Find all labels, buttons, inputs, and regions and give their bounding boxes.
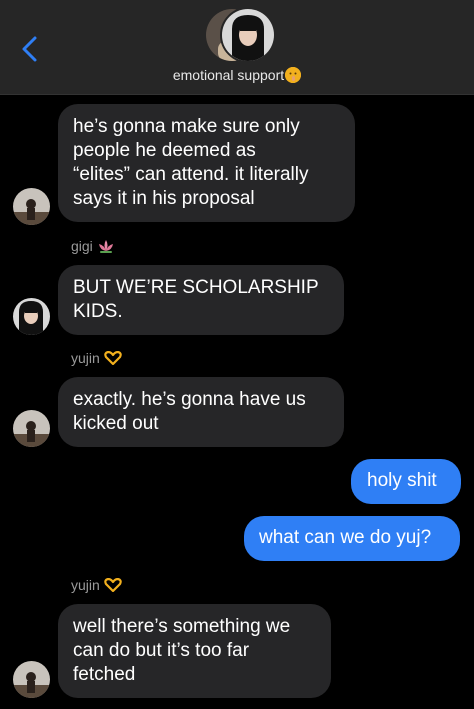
- group-avatar-photo-2: [220, 7, 276, 63]
- message-text: he’s gonna make sure only: [73, 116, 300, 137]
- message-text: can do but it’s too far: [73, 640, 250, 661]
- message-text: what can we do yuj?: [259, 527, 432, 548]
- message-text: BUT WE’RE SCHOLARSHIP: [73, 277, 319, 298]
- shushing-face-icon: [285, 67, 302, 83]
- message-bubble-outgoing[interactable]: holy shit: [351, 459, 461, 504]
- sender-name: yujin: [71, 350, 122, 368]
- chevron-left-icon: [22, 36, 37, 62]
- message-text: “elites” can attend. it literally: [73, 164, 309, 185]
- message-text: holy shit: [367, 470, 437, 491]
- message-bubble-incoming[interactable]: exactly. he’s gonna have us kicked out: [58, 377, 344, 447]
- message-text: exactly. he’s gonna have us: [73, 389, 306, 410]
- avatar-sender[interactable]: [13, 298, 50, 335]
- group-avatar[interactable]: [204, 7, 276, 63]
- avatar-sender[interactable]: [13, 410, 50, 447]
- group-name-text: emotional support: [172, 67, 285, 83]
- message-text: kicked out: [73, 413, 159, 434]
- back-button[interactable]: [18, 34, 42, 64]
- lotus-icon: [97, 239, 115, 256]
- message-text: fetched: [73, 664, 136, 685]
- message-bubble-incoming[interactable]: BUT WE’RE SCHOLARSHIP KIDS.: [58, 265, 344, 335]
- message-bubble-outgoing[interactable]: what can we do yuj?: [244, 516, 460, 561]
- message-bubble-incoming[interactable]: he’s gonna make sure only people he deem…: [58, 104, 355, 222]
- message-text: KIDS.: [73, 301, 123, 322]
- chat-header: emotional support: [0, 0, 474, 95]
- group-name[interactable]: emotional support: [0, 67, 474, 83]
- message-text: well there’s something we: [73, 616, 291, 637]
- message-bubble-incoming[interactable]: well there’s something we can do but it’…: [58, 604, 331, 698]
- avatar-sender[interactable]: [13, 661, 50, 698]
- sender-name-text: yujin: [71, 350, 100, 366]
- heart-hands-icon: [104, 350, 122, 368]
- avatar-sender[interactable]: [13, 188, 50, 225]
- sender-name: gigi: [71, 238, 115, 256]
- sender-name-text: yujin: [71, 577, 100, 593]
- sender-name: yujin: [71, 577, 122, 595]
- sender-name-text: gigi: [71, 238, 93, 254]
- heart-hands-icon: [104, 577, 122, 595]
- message-text: says it in his proposal: [73, 188, 255, 209]
- message-text: people he deemed as: [73, 140, 256, 161]
